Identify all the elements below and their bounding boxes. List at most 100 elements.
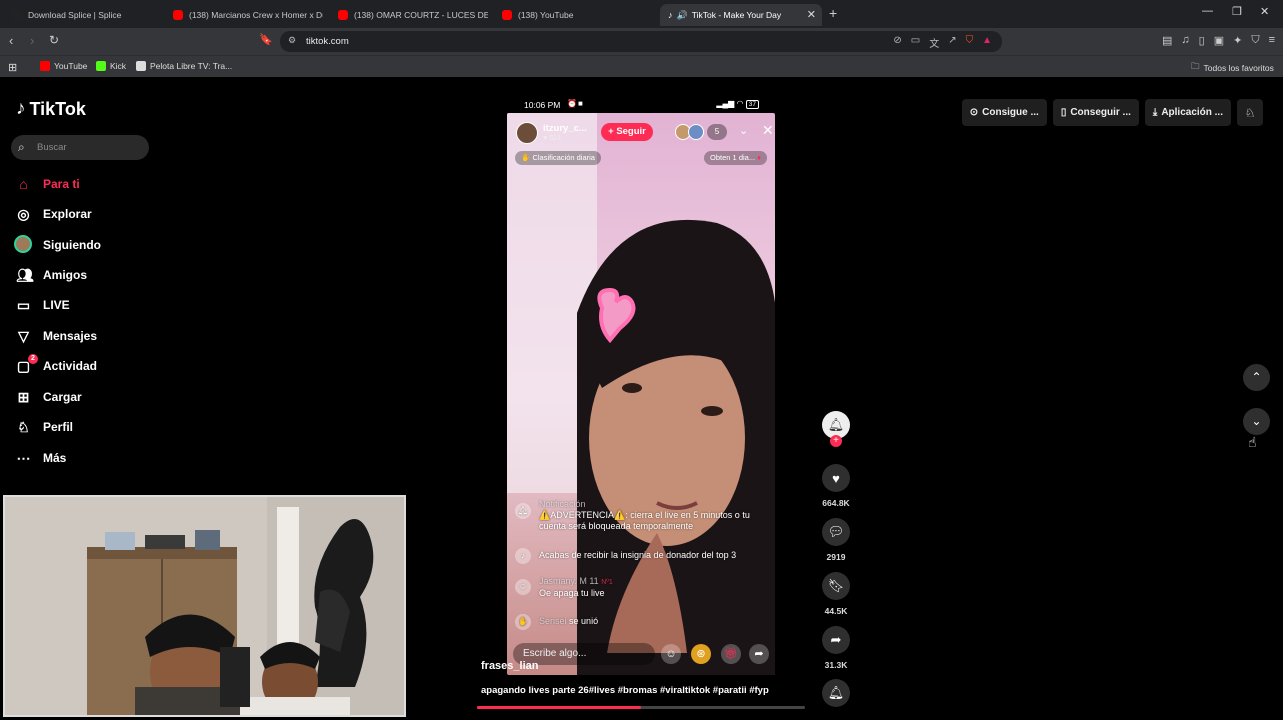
translate-icon[interactable]: 文 xyxy=(929,35,939,50)
music-icon[interactable]: ♫ xyxy=(1181,34,1189,47)
bookmark-icon[interactable]: 🔖 xyxy=(259,33,273,46)
host-name[interactable]: itzury_c... xyxy=(543,123,587,134)
tab-tiktok[interactable]: ♪ 🔊 TikTok - Make Your Day ✕ xyxy=(660,4,822,26)
gift-icon[interactable]: 🎁︎ xyxy=(721,644,741,664)
address-bar[interactable]: ⚙ tiktok.com ⊘ ▭ 文 ↗ ⛉ ▲ xyxy=(280,31,1002,52)
rewards-icon[interactable]: ▲ xyxy=(982,35,992,50)
save-button[interactable]: 🔖︎ 44.5K xyxy=(822,572,850,616)
all-bookmarks[interactable]: 🗀 Todos los favoritos xyxy=(1191,61,1274,75)
wallet-icon[interactable]: ▣ xyxy=(1214,34,1224,47)
activity-badge: 2 xyxy=(28,353,38,364)
sidebar-item-label: Explorar xyxy=(43,207,92,221)
forward-icon[interactable]: › xyxy=(30,33,34,48)
next-video-button[interactable]: ⌄ xyxy=(1243,408,1270,435)
sidebar-item-explorar[interactable]: ◎ Explorar xyxy=(16,204,92,224)
gift-badge[interactable]: Obten 1 dia... ♦ xyxy=(704,151,767,165)
sidebar-item-mensajes[interactable]: ▽ Mensajes xyxy=(16,326,97,346)
viewer-avatar[interactable] xyxy=(688,124,704,140)
bell-icon: 🔔︎ xyxy=(822,679,850,707)
sidebar-item-label: Amigos xyxy=(43,268,88,282)
send-icon: ▽ xyxy=(18,327,29,344)
follow-button[interactable]: + Seguir xyxy=(601,123,653,141)
emoji-icon[interactable]: ☺ xyxy=(661,644,681,664)
sidebar-item-live[interactable]: ▭ LIVE xyxy=(16,295,70,315)
share-icon[interactable]: ➦ xyxy=(749,644,769,664)
live-notify-button[interactable]: 🔔︎ + xyxy=(822,411,850,447)
bell-icon: 🔔︎ xyxy=(515,503,531,519)
tab-youtube-3[interactable]: (138) YouTube xyxy=(502,4,652,26)
sidebar-item-cargar[interactable]: ⊞ Cargar xyxy=(16,387,82,407)
get-coins-button[interactable]: ⊙ Consigue ... xyxy=(961,99,1047,126)
phone-icon: ▯ xyxy=(1060,107,1067,118)
bookmark-icon: 🔖︎ xyxy=(822,572,850,600)
video-progress-bar[interactable] xyxy=(477,706,805,709)
sidebar-item-actividad[interactable]: ▢ 2 Actividad xyxy=(16,353,97,376)
sidebar-item-perfil[interactable]: ♘ Perfil xyxy=(16,417,73,437)
all-bookmarks-label: Todos los favoritos xyxy=(1203,63,1274,73)
restore-icon[interactable]: ❐ xyxy=(1232,5,1242,18)
sidebar-item-siguiendo[interactable]: Siguiendo xyxy=(14,234,101,255)
comment-button[interactable]: 💬︎ 2919 xyxy=(822,518,850,562)
tab-youtube-2[interactable]: (138) OMAR COURTZ - LUCES DE CO xyxy=(338,4,488,26)
profile-icon: ♘ xyxy=(17,418,30,435)
host-avatar[interactable] xyxy=(516,122,538,144)
caption-username[interactable]: frases_lian xyxy=(481,660,538,672)
sidebar-icon[interactable]: ▤ xyxy=(1162,34,1172,47)
coin-gift-icon[interactable]: ⊛ xyxy=(691,644,711,664)
screen: Download Splice | Splice (138) Marcianos… xyxy=(0,0,1283,720)
camera-icon: ■ xyxy=(578,99,583,108)
tab-label: TikTok - Make Your Day xyxy=(691,10,782,20)
reload-icon[interactable]: ↻ xyxy=(49,33,59,47)
tab-bar: Download Splice | Splice (138) Marcianos… xyxy=(0,0,1283,28)
close-icon[interactable]: ✕ xyxy=(762,122,774,139)
new-tab-button[interactable]: + xyxy=(829,5,837,21)
brave-shield-icon[interactable]: ⛉ xyxy=(966,35,974,50)
sidebar-item-para-ti[interactable]: ⌂ Para ti xyxy=(16,174,79,194)
screen-icon[interactable]: ▭ xyxy=(911,35,920,50)
back-icon[interactable]: ‹ xyxy=(9,33,13,48)
panel-icon[interactable]: ▯ xyxy=(1199,34,1205,47)
chevron-down-icon[interactable]: ⌄ xyxy=(739,124,748,137)
user-avatar: ☺ xyxy=(515,579,531,595)
live-icon: ▭ xyxy=(16,296,31,313)
heart-icon: ♥ xyxy=(822,464,850,492)
leo-icon[interactable]: ✦ xyxy=(1233,34,1242,47)
webcam-image xyxy=(5,497,404,715)
minimize-icon[interactable]: — xyxy=(1202,5,1213,17)
share-icon[interactable]: ↗ xyxy=(948,35,956,50)
apps-icon[interactable]: ⊞ xyxy=(8,61,17,74)
search-input[interactable]: ⌕ Buscar xyxy=(11,135,149,160)
share-button[interactable]: ➦ 31.3K xyxy=(822,626,850,670)
vpn-icon[interactable]: ⛉ xyxy=(1251,34,1259,47)
daily-ranking-badge[interactable]: ✋ Clasificación diaria xyxy=(515,151,601,165)
comment-count: 2919 xyxy=(826,552,846,562)
daily-ranking-label: Clasificación diaria xyxy=(532,153,595,162)
kick-icon xyxy=(96,61,106,71)
close-tab-icon[interactable]: ✕ xyxy=(807,8,816,21)
menu-icon[interactable]: ≡ xyxy=(1269,34,1275,47)
bookmark-pelota-libre[interactable]: Pelota Libre TV: Tra... xyxy=(136,61,232,71)
compass-icon: ◎ xyxy=(17,205,30,222)
like-button[interactable]: ♥ 664.8K xyxy=(822,464,850,508)
profile-button[interactable]: ♘ xyxy=(1237,99,1263,126)
chat-message: ♪ Acabas de recibir la insignia de donad… xyxy=(515,548,771,564)
sidebar-item-mas[interactable]: ⋯ Más xyxy=(16,448,67,468)
share-icon: ➦ xyxy=(822,626,850,654)
bookmark-youtube[interactable]: YouTube xyxy=(40,61,87,71)
sidebar-item-amigos[interactable]: 👥︎ Amigos xyxy=(16,265,87,285)
desktop-app-button[interactable]: ⤓ Aplicación ... xyxy=(1144,99,1231,126)
previous-video-button[interactable]: ⌃ xyxy=(1243,364,1270,391)
bookmark-kick[interactable]: Kick xyxy=(96,61,126,71)
tab-splice[interactable]: Download Splice | Splice xyxy=(12,4,162,26)
no-tracking-icon[interactable]: ⊘ xyxy=(893,35,901,50)
tab-youtube-1[interactable]: (138) Marcianos Crew x Homer x Dul xyxy=(173,4,323,26)
live-video[interactable]: itzury_c... ♥ 623 + Seguir 5 ⌄ ✕ ✋ Clasi… xyxy=(507,113,775,675)
live-bell-button[interactable]: 🔔︎ xyxy=(822,679,850,707)
viewer-count[interactable]: 5 xyxy=(707,124,727,140)
site-info-icon[interactable]: ⚙ xyxy=(288,35,296,46)
tiktok-logo[interactable]: ♪ TikTok xyxy=(16,98,86,120)
close-window-icon[interactable]: ✕ xyxy=(1260,5,1269,18)
save-count: 44.5K xyxy=(824,606,848,616)
battery-level: 37 xyxy=(745,100,759,109)
get-app-button[interactable]: ▯ Conseguir ... xyxy=(1052,99,1139,126)
